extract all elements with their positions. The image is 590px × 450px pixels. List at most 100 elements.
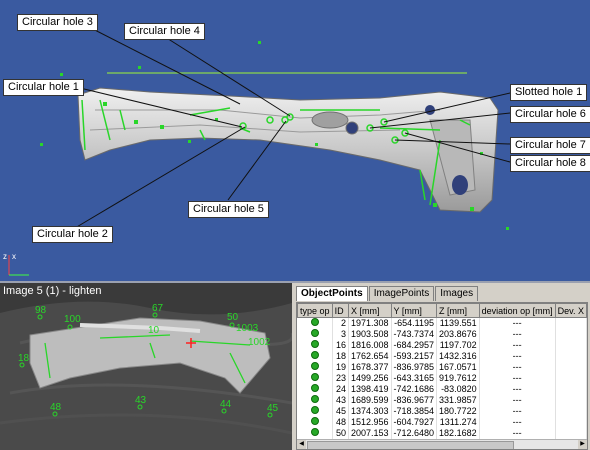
table-row[interactable]: 19 1678.377 -836.9785 167.0571 --- bbox=[297, 362, 587, 373]
callout-circular-hole-1: Circular hole 1 bbox=[3, 79, 84, 96]
y-cell: -684.2957 bbox=[391, 340, 438, 351]
dev-cell: --- bbox=[479, 340, 556, 351]
tab-image-points[interactable]: ImagePoints bbox=[368, 286, 435, 301]
tab-object-points[interactable]: ObjectPoints bbox=[296, 286, 368, 301]
scroll-right-icon[interactable]: ▶ bbox=[578, 440, 587, 449]
column-header[interactable]: type op bbox=[297, 303, 333, 318]
callout-circular-hole-4: Circular hole 4 bbox=[124, 23, 205, 40]
z-cell: 1197.702 bbox=[436, 340, 480, 351]
table-row[interactable]: 3 1903.508 -743.7374 203.8676 --- bbox=[297, 329, 587, 340]
table-row[interactable]: 16 1816.008 -684.2957 1197.702 --- bbox=[297, 340, 587, 351]
dev-cell: --- bbox=[479, 329, 556, 340]
image-point-label: 45 bbox=[267, 403, 279, 414]
points-panel: ObjectPoints ImagePoints Images type op … bbox=[294, 283, 590, 450]
image-point-label: 1003 bbox=[236, 323, 259, 334]
id-cell: 50 bbox=[332, 428, 349, 439]
y-cell: -742.1686 bbox=[391, 384, 438, 395]
dev-cell: --- bbox=[479, 384, 556, 395]
id-cell: 19 bbox=[332, 362, 349, 373]
callout-circular-hole-5: Circular hole 5 bbox=[188, 201, 269, 218]
y-cell: -604.7927 bbox=[391, 417, 438, 428]
x-cell: 1689.599 bbox=[348, 395, 392, 406]
point-type-cell bbox=[297, 428, 333, 439]
z-cell: -83.0820 bbox=[436, 384, 480, 395]
image-viewer[interactable]: Image 5 (1) - lighten 98 100 67 50 1003 … bbox=[0, 283, 292, 450]
table-row[interactable]: 2 1971.308 -654.1195 1139.551 --- bbox=[297, 317, 587, 329]
table-row[interactable]: 50 2007.153 -712.6480 182.1682 --- bbox=[297, 428, 587, 439]
x-cell: 1971.308 bbox=[348, 317, 392, 329]
image-point-label: 18 bbox=[18, 353, 30, 364]
z-cell: 1311.274 bbox=[436, 417, 480, 428]
point-type-cell bbox=[297, 384, 333, 395]
y-cell: -712.6480 bbox=[391, 428, 438, 439]
point-type-cell bbox=[297, 329, 333, 340]
dev-cell: --- bbox=[479, 362, 556, 373]
z-cell: 180.7722 bbox=[436, 406, 480, 417]
id-cell: 23 bbox=[332, 373, 349, 384]
dev-x-cell bbox=[555, 317, 587, 329]
id-cell: 45 bbox=[332, 406, 349, 417]
image-point-label: 100 bbox=[64, 314, 81, 325]
point-type-icon bbox=[310, 384, 319, 392]
point-type-icon bbox=[310, 373, 319, 381]
dev-x-cell bbox=[555, 417, 587, 428]
x-cell: 1762.654 bbox=[348, 351, 392, 362]
table-row[interactable]: 23 1499.256 -643.3165 919.7612 --- bbox=[297, 373, 587, 384]
table-header: type op ID X [mm] Y [mm] Z [mm] deviatio… bbox=[297, 303, 587, 318]
column-header[interactable]: Y [mm] bbox=[390, 303, 438, 318]
dev-cell: --- bbox=[479, 395, 556, 406]
id-cell: 43 bbox=[332, 395, 349, 406]
horizontal-scrollbar[interactable]: ◀ ▶ bbox=[297, 439, 587, 449]
column-header[interactable]: Dev. X bbox=[554, 303, 587, 318]
id-cell: 18 bbox=[332, 351, 349, 362]
z-cell: 331.9857 bbox=[436, 395, 480, 406]
z-cell: 182.1682 bbox=[436, 428, 480, 439]
table-row[interactable]: 48 1512.956 -604.7927 1311.274 --- bbox=[297, 417, 587, 428]
column-header[interactable]: X [mm] bbox=[347, 303, 392, 318]
x-cell: 1499.256 bbox=[348, 373, 392, 384]
x-cell: 1374.303 bbox=[348, 406, 392, 417]
tab-bar: ObjectPoints ImagePoints Images bbox=[296, 286, 479, 301]
table-row[interactable]: 43 1689.599 -836.9677 331.9857 --- bbox=[297, 395, 587, 406]
dev-x-cell bbox=[555, 351, 587, 362]
z-cell: 203.8676 bbox=[436, 329, 480, 340]
callout-circular-hole-3: Circular hole 3 bbox=[17, 14, 98, 31]
y-cell: -643.3165 bbox=[391, 373, 438, 384]
3d-viewer[interactable]: Circular hole 3 Circular hole 4 Circular… bbox=[0, 0, 590, 283]
object-points-table[interactable]: type op ID X [mm] Y [mm] Z [mm] deviatio… bbox=[296, 302, 588, 450]
table-row[interactable]: 24 1398.419 -742.1686 -83.0820 --- bbox=[297, 384, 587, 395]
id-cell: 2 bbox=[332, 317, 349, 329]
scrollbar-thumb[interactable] bbox=[307, 441, 514, 449]
dev-x-cell bbox=[555, 406, 587, 417]
point-type-cell bbox=[297, 351, 333, 362]
point-type-icon bbox=[310, 428, 319, 436]
column-header[interactable]: Z [mm] bbox=[436, 303, 480, 318]
image-point-label: 50 bbox=[227, 312, 239, 323]
id-cell: 16 bbox=[332, 340, 349, 351]
point-type-icon bbox=[310, 351, 319, 359]
dev-x-cell bbox=[555, 373, 587, 384]
id-cell: 48 bbox=[332, 417, 349, 428]
point-type-cell bbox=[297, 317, 333, 329]
dev-cell: --- bbox=[479, 428, 556, 439]
dev-x-cell bbox=[555, 384, 587, 395]
column-header[interactable]: deviation op [mm] bbox=[478, 303, 556, 318]
tab-images[interactable]: Images bbox=[435, 286, 479, 301]
image-point-label: 67 bbox=[152, 303, 164, 314]
table-row[interactable]: 18 1762.654 -593.2157 1432.316 --- bbox=[297, 351, 587, 362]
y-cell: -718.3854 bbox=[391, 406, 438, 417]
point-type-icon bbox=[310, 395, 319, 403]
image-title: Image 5 (1) - lighten bbox=[3, 285, 102, 297]
dev-x-cell bbox=[555, 329, 587, 340]
y-cell: -654.1195 bbox=[391, 317, 438, 329]
callout-circular-hole-2: Circular hole 2 bbox=[32, 226, 113, 243]
table-row[interactable]: 45 1374.303 -718.3854 180.7722 --- bbox=[297, 406, 587, 417]
y-cell: -743.7374 bbox=[391, 329, 438, 340]
axis-x-label: x bbox=[12, 252, 16, 261]
scroll-left-icon[interactable]: ◀ bbox=[297, 440, 306, 449]
axis-z-label: z bbox=[3, 252, 7, 261]
column-header[interactable]: ID bbox=[331, 303, 349, 318]
callout-circular-hole-7: Circular hole 7 bbox=[510, 137, 590, 154]
dev-cell: --- bbox=[479, 373, 556, 384]
x-cell: 1512.956 bbox=[348, 417, 392, 428]
